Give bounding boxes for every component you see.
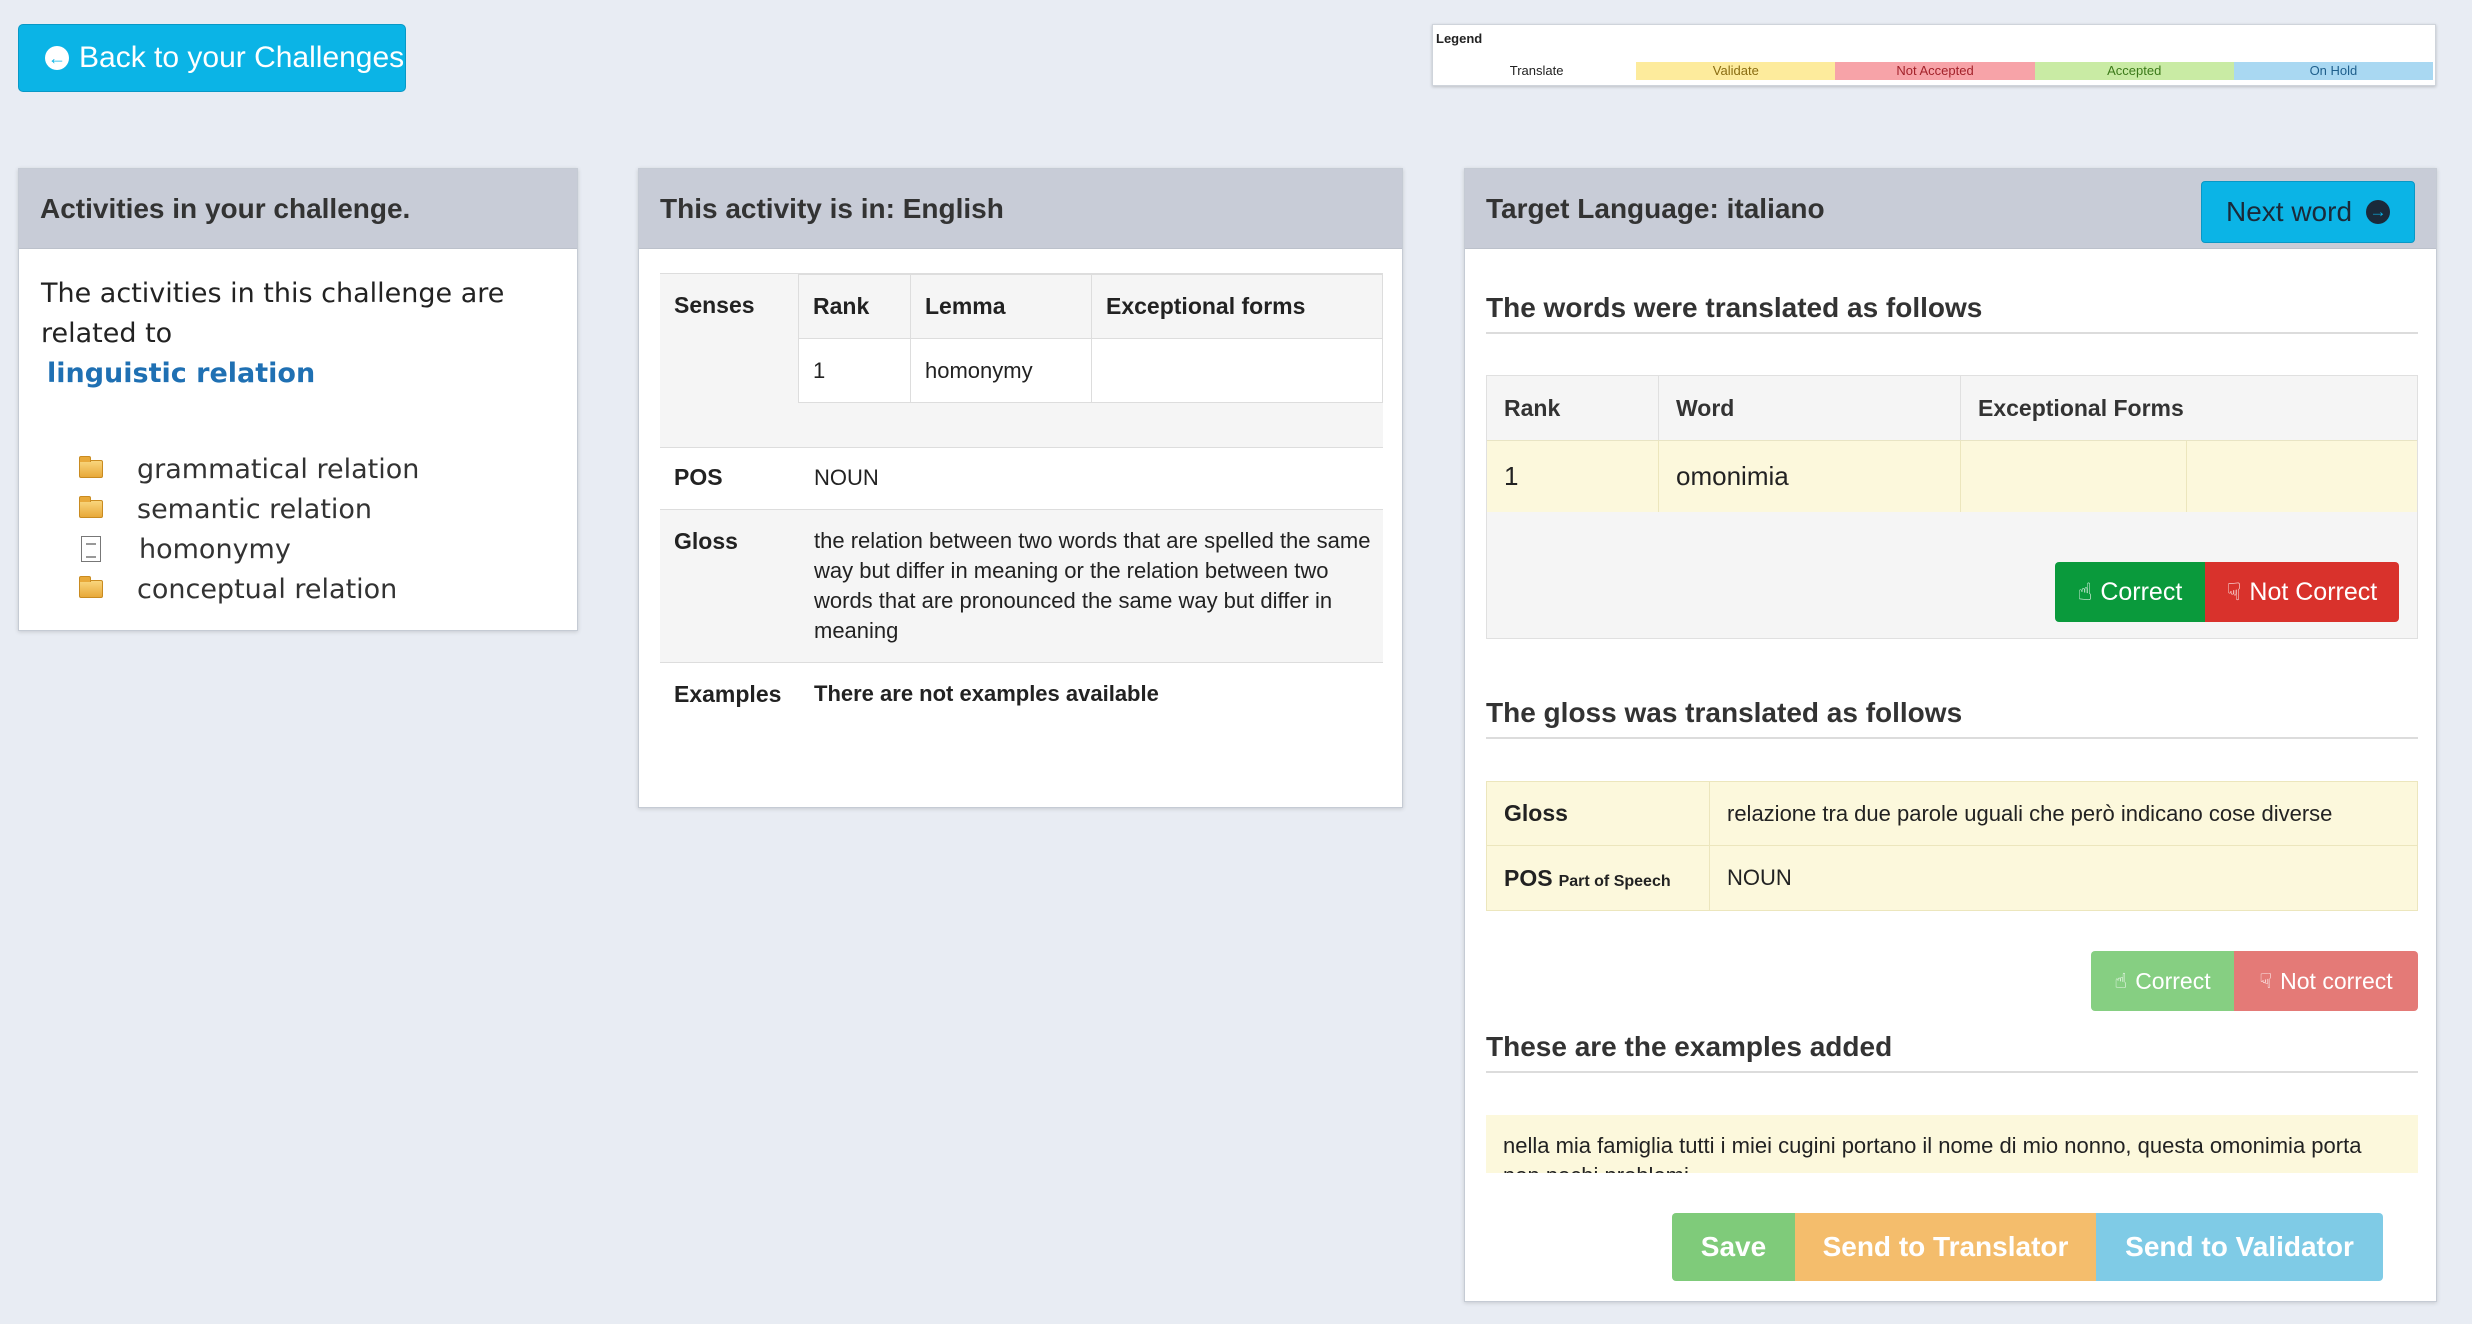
save-button[interactable]: Save: [1672, 1213, 1795, 1281]
thumbs-up-icon: ☝: [2077, 578, 2093, 606]
column-header-exceptional-forms: Exceptional Forms: [1978, 394, 2184, 421]
translated-word: omonimia: [1659, 441, 1961, 512]
table-row: 1 omonimia: [1487, 440, 2417, 512]
legend-items: Translate Validate Not Accepted Accepted On …: [1437, 62, 2434, 80]
pos-value: NOUN: [1727, 865, 1792, 890]
source-activity-panel: This activity is in: English Senses Rank…: [638, 168, 1403, 808]
activity-item-semantic-relation[interactable]: semantic relation: [79, 489, 419, 529]
gloss-correct-label: Correct: [2135, 967, 2211, 994]
back-button-label: Back to your Challenges: [79, 41, 405, 74]
column-header-rank: Rank: [798, 274, 911, 339]
activity-item-label: conceptual relation: [137, 573, 398, 605]
gloss-label: Gloss: [1487, 782, 1710, 845]
word-correct-button[interactable]: ☝ Correct: [2055, 562, 2205, 622]
legend-title: Legend: [1436, 31, 1483, 46]
word-not-correct-button[interactable]: ☟ Not Correct: [2205, 562, 2399, 622]
gloss-value: the relation between two words that are …: [814, 528, 1371, 643]
gloss-heading: The gloss was translated as follows: [1486, 697, 1963, 728]
pos-sublabel: Part of Speech: [1558, 873, 1671, 890]
pos-row: POS Part of Speech NOUN: [1487, 846, 2417, 910]
gloss-translation-table: Gloss relazione tra due parole uguali ch…: [1486, 781, 2418, 911]
senses-label: Senses: [674, 292, 755, 318]
activities-intro-text: The activities in this challenge are rel…: [41, 278, 505, 349]
send-to-translator-button[interactable]: Send to Translator: [1795, 1213, 2096, 1281]
target-language-panel: Target Language: italiano Next word → Th…: [1464, 168, 2437, 1302]
status-legend: Legend Translate Validate Not Accepted Acce…: [1432, 24, 2436, 86]
column-header-lemma: Lemma: [910, 274, 1092, 339]
legend-item-accepted: Accepted: [2034, 62, 2234, 80]
pos-value: NOUN: [814, 465, 879, 490]
example-entry: nella mia famiglia tutti i miei cugini p…: [1486, 1115, 2418, 1173]
table-row: 1 homonymy: [798, 338, 1383, 403]
sense-rank: 1: [798, 338, 911, 403]
arrow-right-circle-icon: →: [2366, 200, 2391, 224]
word-translation-table: Rank Word Exceptional Forms 1 omonimia ☝…: [1486, 375, 2418, 639]
word-table-header: Rank Word Exceptional Forms: [1487, 376, 2417, 440]
word-exceptional-forms-extra: [2187, 441, 2417, 512]
activity-item-homonymy[interactable]: homonymy: [79, 529, 419, 569]
activity-item-label: homonymy: [139, 533, 291, 565]
send-to-validator-button[interactable]: Send to Validator: [2096, 1213, 2383, 1281]
gloss-translation: relazione tra due parole uguali che però…: [1727, 800, 2333, 826]
activity-item-conceptual-relation[interactable]: conceptual relation: [79, 569, 419, 609]
thumbs-down-icon: ☟: [2259, 969, 2273, 993]
source-panel-title: This activity is in: English: [639, 169, 1402, 249]
thumbs-up-icon: ☝: [2114, 969, 2128, 993]
activity-tree: grammatical relation semantic relation h…: [79, 449, 419, 609]
document-icon: [81, 536, 101, 562]
examples-value: There are not examples available: [814, 681, 1159, 706]
legend-item-translate: Translate: [1437, 62, 1637, 80]
sense-exceptional-forms: [1091, 338, 1383, 403]
senses-table-header: Rank Lemma Exceptional forms: [798, 274, 1383, 339]
next-word-label: Next word: [2225, 196, 2353, 227]
arrow-left-circle-icon: ←: [45, 46, 69, 70]
gloss-not-correct-button[interactable]: ☟ Not correct: [2234, 951, 2418, 1011]
examples-heading: These are the examples added: [1486, 1031, 1893, 1062]
senses-section: Senses Rank Lemma Exceptional forms 1 ho…: [660, 273, 1383, 447]
legend-item-on-hold: On Hold: [2233, 62, 2434, 80]
legend-item-validate: Validate: [1636, 62, 1836, 80]
related-concept-link[interactable]: linguistic relation: [47, 354, 315, 394]
back-to-challenges-button[interactable]: ← Back to your Challenges: [18, 24, 406, 92]
examples-label: Examples: [674, 681, 782, 707]
folder-icon: [79, 456, 103, 478]
gloss-not-correct-label: Not correct: [2280, 967, 2393, 994]
senses-table: Rank Lemma Exceptional forms 1 homonymy: [798, 274, 1383, 403]
submit-actions: Save Send to Translator Send to Validato…: [1672, 1213, 2383, 1281]
pos-label-text: POS: [1504, 864, 1553, 891]
activities-panel-title: Activities in your challenge.: [19, 169, 577, 249]
word-exceptional-forms: [1961, 441, 2187, 512]
pos-label: POS Part of Speech: [1487, 846, 1710, 910]
activities-panel: Activities in your challenge. The activi…: [18, 168, 578, 631]
word-rank: 1: [1487, 441, 1659, 512]
legend-item-not-accepted: Not Accepted: [1835, 62, 2035, 80]
activity-item-label: semantic relation: [137, 493, 373, 525]
activity-item-label: grammatical relation: [137, 453, 420, 485]
gloss-correct-button[interactable]: ☝ Correct: [2091, 951, 2234, 1011]
sense-lemma: homonymy: [910, 338, 1092, 403]
column-header-word: Word: [1659, 376, 1961, 440]
next-word-button[interactable]: Next word →: [2201, 181, 2415, 243]
column-header-exceptional-forms: Exceptional forms: [1091, 274, 1383, 339]
column-header-rank: Rank: [1487, 376, 1659, 440]
correct-label: Correct: [2100, 577, 2183, 606]
gloss-label: Gloss: [674, 528, 738, 554]
words-heading: The words were translated as follows: [1486, 292, 1983, 323]
activities-intro: The activities in this challenge are rel…: [41, 274, 561, 394]
folder-icon: [79, 576, 103, 598]
gloss-row: Gloss the relation between two words tha…: [660, 509, 1383, 663]
gloss-row: Gloss relazione tra due parole uguali ch…: [1487, 782, 2417, 846]
pos-label: POS: [674, 464, 723, 490]
not-correct-label: Not Correct: [2249, 577, 2378, 606]
folder-icon: [79, 496, 103, 518]
activity-item-grammatical-relation[interactable]: grammatical relation: [79, 449, 419, 489]
thumbs-down-icon: ☟: [2226, 578, 2242, 606]
